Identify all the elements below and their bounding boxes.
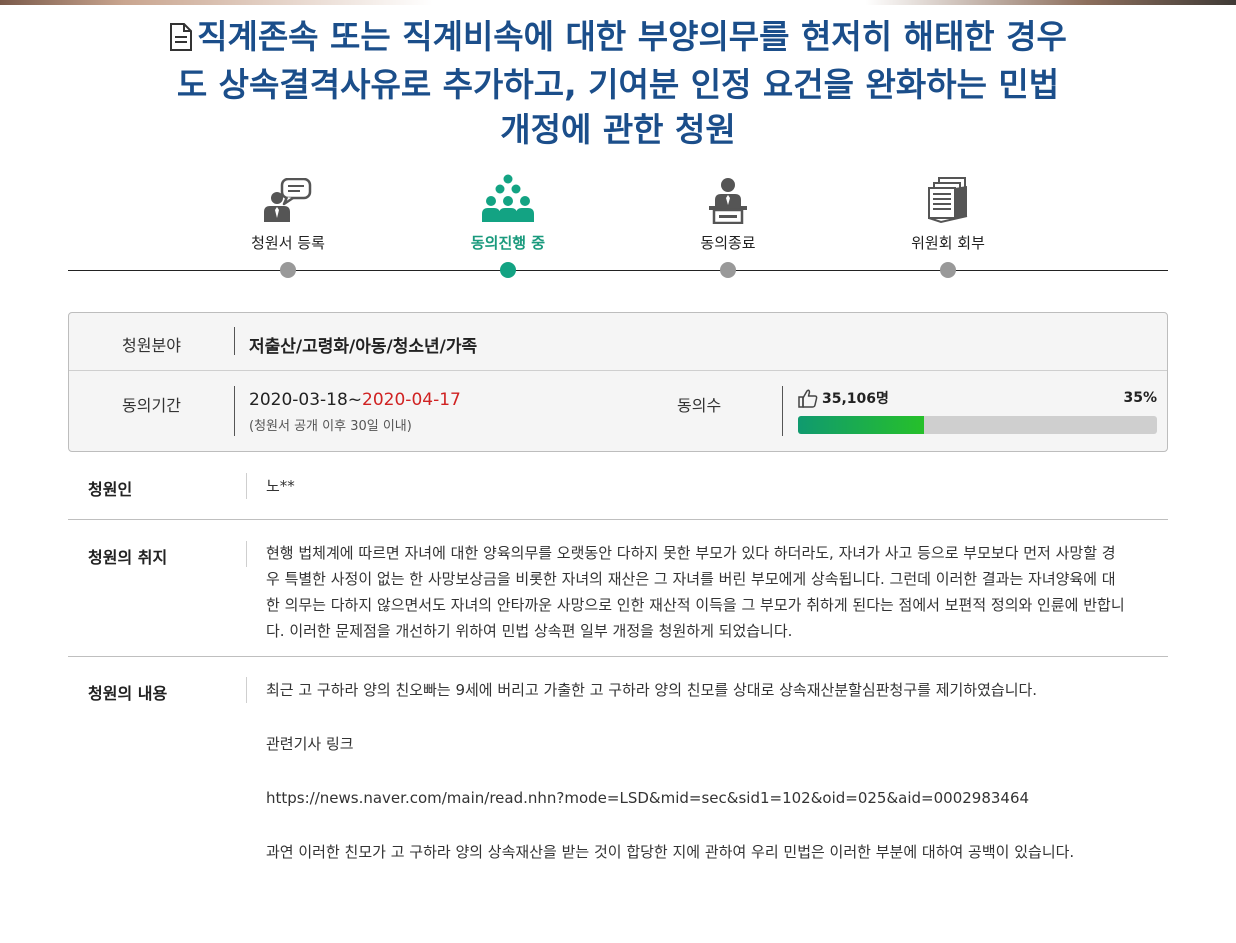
purpose-label: 청원의 취지 <box>88 548 168 567</box>
agreement-count-label: 동의수 <box>677 396 722 415</box>
divider <box>234 327 235 355</box>
stepper-line <box>68 270 1168 271</box>
document-stack-icon <box>928 177 968 224</box>
thumbs-up-icon <box>798 388 818 408</box>
agreement-percent: 35% <box>1123 390 1157 406</box>
divider <box>234 386 235 436</box>
step-label: 동의종료 <box>700 234 756 252</box>
content-body: 최근 고 구하라 양의 친오빠는 9세에 버리고 가출한 고 구하라 양의 친모… <box>266 677 1126 866</box>
step-dot <box>940 262 956 278</box>
step-committee-referral: 위원회 회부 <box>868 160 1028 278</box>
agreement-progress-bar <box>798 416 1157 434</box>
page-title-text: 직계존속 또는 직계비속에 대한 부양의무를 현저히 해태한 경우도 상속결격사… <box>176 17 1067 149</box>
step-label: 동의진행 중 <box>470 234 546 252</box>
period-end: 2020-04-17 <box>362 390 461 410</box>
divider <box>246 677 247 703</box>
agreement-count-value: 35,106명 <box>822 391 889 407</box>
divider <box>782 386 783 436</box>
step-dot <box>280 262 296 278</box>
step-agreement-closed: 동의종료 <box>648 160 808 278</box>
podium-speaker-icon <box>709 178 747 224</box>
category-label: 청원분야 <box>122 336 181 355</box>
step-dot <box>500 262 516 278</box>
section-content: 청원의 내용 최근 고 구하라 양의 친오빠는 9세에 버리고 가출한 고 구하… <box>68 657 1168 943</box>
petition-info-box: 청원분야 저출산/고령화/아동/청소년/가족 동의기간 2020-03-18~2… <box>68 312 1168 452</box>
petitioner-label: 청원인 <box>88 480 133 499</box>
section-purpose: 청원의 취지 현행 법체계에 따르면 자녀에 대한 양육의무를 오랫동안 다하지… <box>68 520 1168 657</box>
step-dot <box>720 262 736 278</box>
agreement-count: 35,106명 <box>798 388 889 408</box>
purpose-text: 현행 법체계에 따르면 자녀에 대한 양육의무를 오랫동안 다하지 못한 부모가… <box>266 544 1125 640</box>
period-start: 2020-03-18~ <box>249 390 363 410</box>
period-note: (청원서 공개 이후 30일 이내) <box>249 419 412 434</box>
period-label: 동의기간 <box>122 396 181 415</box>
step-agreement-in-progress: 동의진행 중 <box>428 160 588 278</box>
divider <box>246 541 247 567</box>
petition-progress-stepper: 청원서 등록 동의진행 중 동의종료 위원회 회부 <box>68 160 1168 285</box>
content-paragraph: 최근 고 구하라 양의 친오빠는 9세에 버리고 가출한 고 구하라 양의 친모… <box>266 681 1038 699</box>
page-title: 직계존속 또는 직계비속에 대한 부양의무를 현저히 해태한 경우도 상속결격사… <box>160 14 1076 152</box>
petitioner-value: 노** <box>266 477 295 495</box>
content-paragraph: 과연 이러한 친모가 고 구하라 양의 상속재산을 받는 것이 합당한 지에 관… <box>266 843 1075 861</box>
info-row-category: 청원분야 저출산/고령화/아동/청소년/가족 <box>69 313 1167 371</box>
document-icon <box>169 17 193 62</box>
divider <box>246 473 247 499</box>
top-banner-strip <box>0 0 1236 5</box>
category-value: 저출산/고령화/아동/청소년/가족 <box>249 337 478 357</box>
content-label: 청원의 내용 <box>88 684 168 703</box>
agreement-period: 2020-03-18~2020-04-17 <box>249 390 461 410</box>
section-petitioner: 청원인 노** <box>68 452 1168 520</box>
step-label: 위원회 회부 <box>911 234 985 252</box>
group-people-icon <box>482 174 534 222</box>
step-label: 청원서 등록 <box>251 234 325 252</box>
content-paragraph: 관련기사 링크 <box>266 735 354 753</box>
article-link[interactable]: https://news.naver.com/main/read.nhn?mod… <box>266 785 1126 812</box>
step-registration: 청원서 등록 <box>208 160 368 278</box>
agreement-progress-fill <box>798 416 924 434</box>
speech-person-icon <box>264 178 312 222</box>
